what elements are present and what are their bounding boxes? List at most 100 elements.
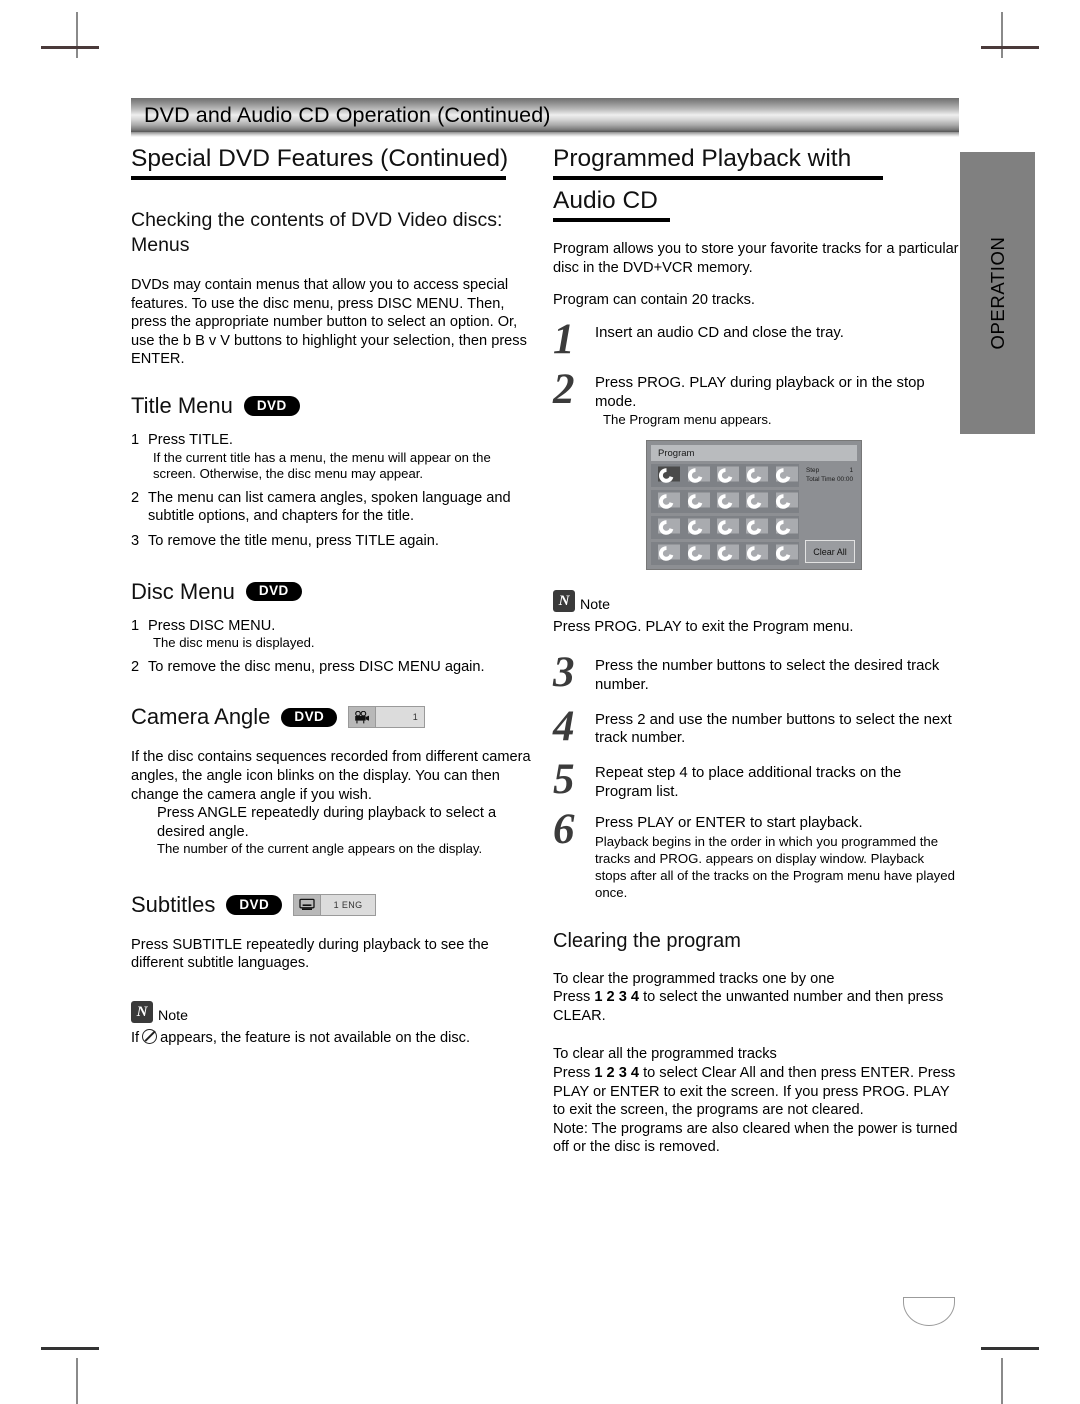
disc-icon	[746, 467, 763, 484]
crop-mark-top-left-horizontal	[41, 46, 99, 49]
step-number: 2	[131, 489, 140, 506]
program-intro-paragraph: Program allows you to store your favorit…	[553, 241, 959, 276]
crop-mark-bottom-left-vertical	[76, 1358, 78, 1404]
program-track-cell[interactable]	[712, 542, 740, 565]
clear-all-button[interactable]: Clear All	[805, 540, 855, 564]
disc-icon	[746, 493, 763, 510]
program-track-cell[interactable]	[682, 542, 710, 565]
disc-menu-step-1: 1 Press DISC MENU.	[131, 617, 537, 636]
step-numeral: 4	[553, 702, 575, 750]
program-note-header: N Note	[553, 590, 959, 614]
subtitle-osd-badge: 1 ENG	[293, 893, 377, 916]
disc-icon	[687, 493, 704, 510]
disc-icon	[658, 519, 675, 536]
program-track-cell[interactable]	[741, 464, 769, 487]
disc-icon	[775, 467, 792, 484]
disc-icon	[775, 545, 792, 562]
step-text: Press TITLE.	[148, 431, 233, 448]
disc-menu-heading-row: Disc Menu DVD	[131, 579, 537, 605]
program-track-cell[interactable]	[741, 516, 769, 539]
right-section-title-line2: Audio CD	[553, 187, 658, 214]
disc-icon	[775, 493, 792, 510]
program-menu-body: Step 1 Total Time 00:00 Clear All	[651, 464, 857, 566]
clearing-heading: Clearing the program	[553, 929, 741, 952]
disc-icon	[687, 467, 704, 484]
crop-mark-top-right-horizontal	[981, 46, 1039, 49]
program-track-cell[interactable]	[682, 464, 710, 487]
program-track-cell[interactable]	[653, 542, 681, 565]
disc-icon	[717, 519, 734, 536]
manual-page: DVD and Audio CD Operation (Continued) O…	[0, 0, 1080, 1404]
program-track-cell[interactable]	[712, 516, 740, 539]
subtitle-osd-value: 1 ENG	[320, 894, 376, 915]
program-track-cell[interactable]	[771, 490, 798, 513]
disc-menu-step-2: 2 To remove the disc menu, press DISC ME…	[131, 658, 537, 677]
step-number: 1	[131, 431, 140, 448]
step-number: 1	[131, 617, 140, 634]
disc-icon	[746, 519, 763, 536]
step-numeral: 3	[553, 648, 575, 696]
title-menu-step-3: 3 To remove the title menu, press TITLE …	[131, 532, 537, 551]
chapter-banner-title: DVD and Audio CD Operation (Continued)	[144, 102, 551, 127]
step-text: To remove the disc menu, press DISC MENU…	[148, 658, 485, 675]
program-step-4: 4 Press 2 and use the number buttons to …	[553, 705, 959, 749]
clearing-all-text: Press 1 2 3 4 to select Clear All and th…	[553, 1064, 959, 1120]
crop-mark-top-left-vertical	[76, 12, 78, 58]
disc-icon	[717, 467, 734, 484]
note-icon: N	[553, 590, 575, 613]
program-track-cell[interactable]	[771, 542, 798, 565]
total-time-value: 00:00	[837, 476, 853, 484]
side-tab-operation: OPERATION	[960, 152, 1035, 434]
clearing-one-by-one-title: To clear the programmed tracks one by on…	[553, 970, 835, 987]
program-track-cell[interactable]	[653, 490, 681, 513]
program-track-cell[interactable]	[682, 516, 710, 539]
note-text-after: appears, the feature is not available on…	[160, 1030, 471, 1047]
program-track-cell[interactable]	[682, 490, 710, 513]
clearing-pre: Press	[553, 989, 591, 1006]
title-menu-step-2: 2 The menu can list camera angles, spoke…	[131, 489, 537, 526]
disc-icon	[658, 467, 675, 484]
left-subsection-title: Checking the contents of DVD Video discs…	[131, 209, 503, 256]
disc-icon	[717, 545, 734, 562]
dvd-badge: DVD	[281, 707, 338, 728]
step-text: Press 2 and use the number buttons to se…	[595, 711, 952, 747]
program-step-3: 3 Press the number buttons to select the…	[553, 651, 959, 695]
step-subtext: The Program menu appears.	[603, 412, 772, 428]
step-numeral: 1	[553, 315, 575, 363]
step-label: Step	[806, 467, 820, 475]
program-track-grid	[651, 464, 799, 566]
disc-menu-heading: Disc Menu	[131, 578, 235, 604]
program-step-2: 2 Press PROG. PLAY during playback or in…	[553, 368, 959, 429]
step-value: 1	[849, 467, 853, 475]
program-track-cell[interactable]	[771, 516, 798, 539]
program-track-cell[interactable]	[741, 490, 769, 513]
camera-angle-heading: Camera Angle	[131, 704, 271, 730]
right-section-title-line1: Programmed Playback with	[553, 145, 852, 172]
program-track-row	[651, 516, 799, 540]
step-number: 2	[131, 658, 140, 675]
step-subtext: Playback begins in the order in which yo…	[595, 833, 955, 900]
step-numeral: 5	[553, 756, 575, 804]
prohibited-icon	[142, 1029, 158, 1045]
program-step-stat: Step 1	[806, 466, 855, 475]
crop-mark-bottom-right-horizontal	[981, 1347, 1039, 1350]
program-menu-title: Program	[651, 445, 857, 462]
program-total-time-stat: Total Time 00:00	[806, 475, 855, 484]
program-track-cell[interactable]	[741, 542, 769, 565]
program-track-cell[interactable]	[771, 464, 798, 487]
step-text: Repeat step 4 to place additional tracks…	[595, 765, 902, 800]
program-step-1: 1 Insert an audio CD and close the tray.	[553, 318, 959, 361]
subtitles-heading: Subtitles	[131, 891, 216, 917]
clearing-keys: 1 2 3 4	[594, 989, 640, 1006]
program-track-cell[interactable]	[653, 516, 681, 539]
clearing-all-keys: 1 2 3 4	[594, 1064, 640, 1081]
program-track-cell[interactable]	[712, 490, 740, 513]
program-track-cell[interactable]	[653, 464, 681, 487]
disc-icon	[687, 519, 704, 536]
camera-angle-heading-row: Camera Angle DVD 1	[131, 704, 537, 730]
note-label: Note	[580, 597, 610, 614]
program-note-text: Press PROG. PLAY to exit the Program men…	[553, 619, 854, 636]
chapter-banner-shadow	[131, 132, 959, 137]
disc-icon	[717, 493, 734, 510]
program-track-cell[interactable]	[712, 464, 740, 487]
